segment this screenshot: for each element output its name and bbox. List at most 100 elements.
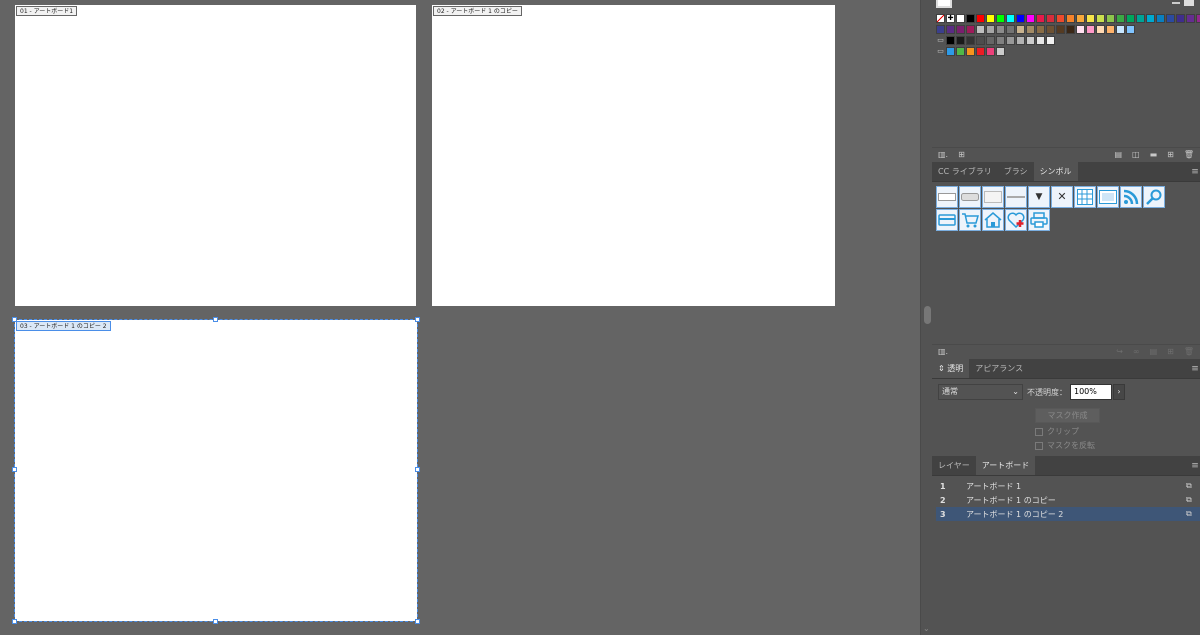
dropdown-icon[interactable]: ▼ xyxy=(1028,186,1050,208)
color-swatch[interactable] xyxy=(966,14,975,23)
opacity-input[interactable]: 100% xyxy=(1070,384,1112,400)
color-swatch[interactable] xyxy=(1036,36,1045,45)
color-swatch[interactable] xyxy=(1046,25,1055,34)
clip-checkbox[interactable] xyxy=(1035,427,1043,436)
color-swatch[interactable] xyxy=(1006,36,1015,45)
tab-appearance[interactable]: アピアランス xyxy=(969,359,1029,378)
home-icon[interactable] xyxy=(982,209,1004,231)
resize-handle[interactable] xyxy=(415,467,420,472)
blend-mode-select[interactable]: 通常 ⌄ xyxy=(938,384,1023,400)
resize-handle[interactable] xyxy=(415,619,420,624)
color-swatch[interactable] xyxy=(996,14,1005,23)
resize-handle[interactable] xyxy=(12,619,17,624)
color-swatch[interactable] xyxy=(1016,25,1025,34)
tab-symbols[interactable]: シンボル xyxy=(1033,162,1078,181)
make-mask-button[interactable]: マスク作成 xyxy=(1035,408,1100,423)
color-swatch[interactable] xyxy=(946,47,955,56)
panel-menu-icon[interactable]: ≡ xyxy=(1190,162,1200,181)
artboard-name[interactable]: アートボード 1 のコピー 2 xyxy=(966,509,1186,520)
invert-mask-checkbox-row[interactable]: マスクを反転 xyxy=(1035,440,1095,451)
blank-button-icon[interactable] xyxy=(982,186,1004,208)
resize-handle[interactable] xyxy=(415,317,420,322)
artboard-options-icon[interactable]: ⧉ xyxy=(1186,481,1200,491)
artboard-options-icon[interactable]: ⧉ xyxy=(1186,509,1200,519)
trash-icon[interactable]: 🗑 xyxy=(1184,148,1194,162)
panel-menu-icon[interactable] xyxy=(1184,0,1194,6)
swatch-options-icon[interactable]: ▤ xyxy=(1114,148,1122,162)
color-swatch[interactable] xyxy=(986,14,995,23)
rss-icon[interactable] xyxy=(1120,186,1142,208)
color-swatch[interactable] xyxy=(946,36,955,45)
color-swatch[interactable] xyxy=(976,36,985,45)
tab-cc-library[interactable]: CC ライブラリ xyxy=(932,162,998,181)
list-item[interactable]: 3 アートボード 1 のコピー 2 ⧉ xyxy=(936,507,1200,521)
show-kinds-icon[interactable]: ⊞ xyxy=(958,148,965,162)
color-swatch[interactable] xyxy=(986,25,995,34)
button-icon[interactable] xyxy=(959,186,981,208)
color-swatch[interactable] xyxy=(1126,25,1135,34)
color-swatch[interactable] xyxy=(1106,25,1115,34)
color-swatch[interactable] xyxy=(966,25,975,34)
symbol-options-icon[interactable]: ▤ xyxy=(1150,345,1158,359)
clip-checkbox-row[interactable]: クリップ xyxy=(1035,426,1079,437)
color-swatch[interactable] xyxy=(1066,14,1075,23)
color-swatch[interactable] xyxy=(1066,25,1075,34)
registration-swatch[interactable]: ✚ xyxy=(946,14,955,23)
color-swatch[interactable] xyxy=(1096,14,1105,23)
color-swatch[interactable] xyxy=(996,25,1005,34)
color-swatch[interactable] xyxy=(1156,14,1165,23)
color-swatch[interactable] xyxy=(1026,14,1035,23)
color-swatch[interactable] xyxy=(976,14,985,23)
color-swatch[interactable] xyxy=(956,25,965,34)
new-color-group-icon[interactable]: ◫ xyxy=(1132,148,1140,162)
calendar-grid-icon[interactable] xyxy=(1074,186,1096,208)
color-swatch[interactable] xyxy=(976,25,985,34)
color-swatch[interactable] xyxy=(1026,25,1035,34)
library-menu-icon[interactable]: ▥. xyxy=(938,148,948,162)
color-swatch[interactable] xyxy=(1046,14,1055,23)
color-swatch[interactable] xyxy=(1056,14,1065,23)
document-canvas[interactable]: 01 - アートボード1 02 - アートボード 1 のコピー 03 - アート… xyxy=(0,0,920,635)
color-swatch[interactable] xyxy=(1016,14,1025,23)
resize-handle[interactable] xyxy=(12,317,17,322)
color-swatch[interactable] xyxy=(1036,14,1045,23)
fill-stroke-icon[interactable] xyxy=(936,0,952,8)
color-swatch[interactable] xyxy=(1146,14,1155,23)
break-link-icon[interactable]: ∞ xyxy=(1133,345,1140,359)
tab-transparency[interactable]: ⇕ 透明 xyxy=(932,359,970,378)
invert-mask-checkbox[interactable] xyxy=(1035,441,1043,450)
film-strip-icon[interactable] xyxy=(1097,186,1119,208)
place-symbol-icon[interactable]: ↪ xyxy=(1116,345,1123,359)
scroll-down-icon[interactable]: ⌄ xyxy=(923,624,930,633)
color-swatch[interactable] xyxy=(1076,25,1085,34)
color-swatch[interactable] xyxy=(1086,14,1095,23)
color-swatch[interactable] xyxy=(986,36,995,45)
tab-brushes[interactable]: ブラシ xyxy=(998,162,1034,181)
color-swatch[interactable] xyxy=(1166,14,1175,23)
color-swatch[interactable] xyxy=(1116,25,1125,34)
resize-handle[interactable] xyxy=(12,467,17,472)
color-swatch[interactable] xyxy=(1036,25,1045,34)
color-swatch[interactable] xyxy=(1136,14,1145,23)
color-swatch[interactable] xyxy=(1086,25,1095,34)
panel-collapse-icon[interactable] xyxy=(1172,2,1180,4)
color-swatch[interactable] xyxy=(1106,14,1115,23)
heart-plus-icon[interactable] xyxy=(1005,209,1027,231)
color-swatch[interactable] xyxy=(1006,25,1015,34)
color-swatch[interactable] xyxy=(986,47,995,56)
panel-menu-icon[interactable]: ≡ xyxy=(1190,456,1200,475)
color-swatch[interactable] xyxy=(936,25,945,34)
list-item[interactable]: 2 アートボード 1 のコピー ⧉ xyxy=(936,493,1200,507)
color-swatch[interactable] xyxy=(966,47,975,56)
printer-icon[interactable] xyxy=(1028,209,1050,231)
new-swatch-icon[interactable]: ⊞ xyxy=(1167,148,1174,162)
artboard-label[interactable]: 01 - アートボード1 xyxy=(16,6,78,16)
none-swatch[interactable] xyxy=(936,14,945,23)
tab-artboards[interactable]: アートボード xyxy=(975,456,1036,475)
color-swatch[interactable] xyxy=(1026,36,1035,45)
color-swatch[interactable] xyxy=(1096,25,1105,34)
opacity-slider-button[interactable]: › xyxy=(1113,384,1125,400)
trash-icon[interactable]: 🗑 xyxy=(1184,345,1194,359)
resize-handle[interactable] xyxy=(213,619,218,624)
cart-icon[interactable] xyxy=(959,209,981,231)
